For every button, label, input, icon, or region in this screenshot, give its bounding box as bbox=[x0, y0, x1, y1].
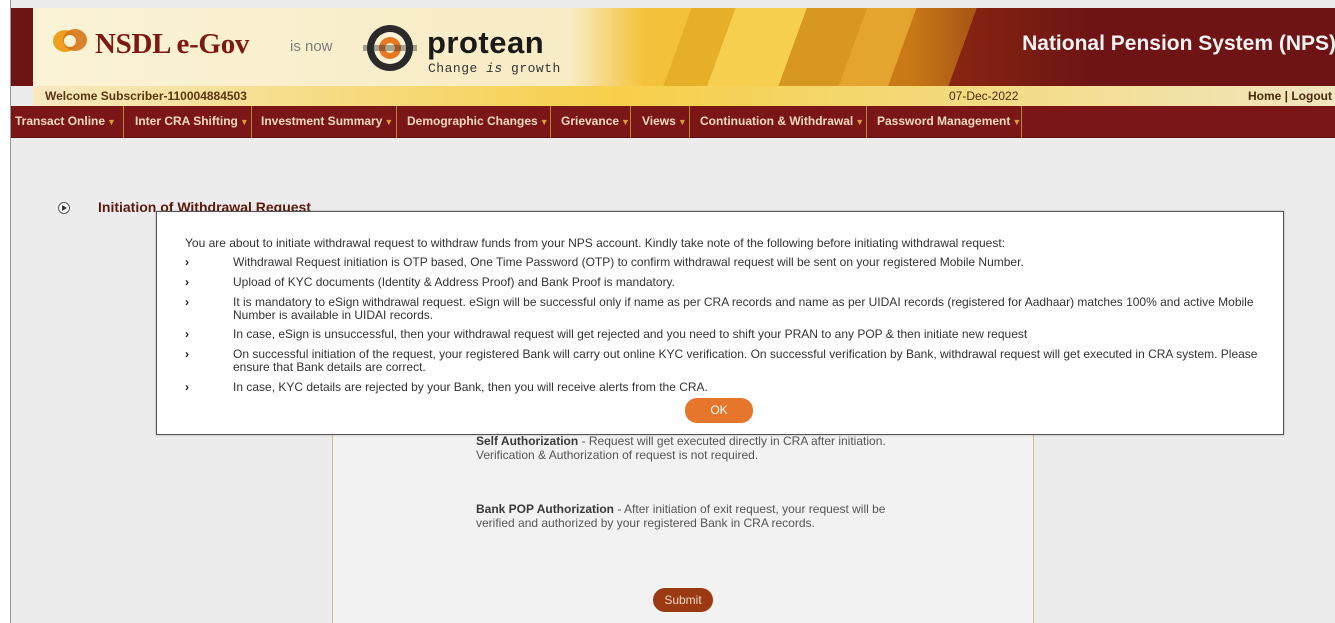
menu-views[interactable]: Views ▼ bbox=[631, 106, 690, 138]
caret-down-icon: ▼ bbox=[677, 117, 687, 127]
chevron-right-icon: › bbox=[185, 347, 189, 361]
chevron-right-icon: › bbox=[185, 295, 189, 309]
nsdl-brand-text: NSDL e-Gov bbox=[95, 28, 250, 60]
chevron-right-icon: › bbox=[185, 255, 189, 269]
tagline: Change is growth bbox=[428, 61, 561, 76]
withdrawal-notice-dialog: You are about to initiate withdrawal req… bbox=[156, 211, 1284, 435]
caret-down-icon: ▼ bbox=[855, 117, 865, 127]
caret-down-icon: ▼ bbox=[539, 117, 549, 127]
chevron-right-icon: › bbox=[185, 327, 189, 341]
protean-brand-text: protean bbox=[427, 25, 545, 60]
caret-down-icon: ▼ bbox=[239, 117, 249, 127]
is-now-text: is now bbox=[290, 38, 333, 55]
site-header: NSDL e-Gov is now protean Change is grow… bbox=[11, 8, 1335, 86]
welcome-bar: Welcome Subscriber-110004884503 07-Dec-2… bbox=[33, 86, 1335, 106]
main-menu: Transact Online ▼ Inter CRA Shifting ▼ Inv… bbox=[11, 106, 1335, 138]
self-authorization-option: Self Authorization - Request will get ex… bbox=[476, 434, 886, 462]
ok-button[interactable]: OK bbox=[685, 398, 753, 423]
menu-continuation-withdrawal[interactable]: Continuation & Withdrawal ▼ bbox=[690, 106, 867, 138]
menu-transact-online[interactable]: Transact Online ▼ bbox=[11, 106, 124, 138]
menu-inter-cra-shifting[interactable]: Inter CRA Shifting ▼ bbox=[124, 106, 252, 138]
nsdl-logo-icon bbox=[53, 29, 87, 52]
current-date: 07-Dec-2022 bbox=[949, 89, 1019, 103]
caret-down-icon: ▼ bbox=[107, 117, 116, 127]
chevron-right-icon: › bbox=[185, 275, 189, 289]
section-arrow-icon bbox=[58, 202, 70, 214]
system-title: National Pension System (NPS) bbox=[1022, 32, 1335, 55]
protean-logo-icon bbox=[363, 25, 417, 71]
menu-password-management[interactable]: Password Management ▼ bbox=[867, 106, 1022, 138]
chevron-right-icon: › bbox=[185, 380, 189, 394]
welcome-text: Welcome Subscriber-110004884503 bbox=[45, 89, 247, 103]
submit-button[interactable]: Submit bbox=[653, 588, 713, 612]
caret-down-icon: ▼ bbox=[621, 117, 630, 127]
menu-grievance[interactable]: Grievance ▼ bbox=[551, 106, 631, 138]
bank-pop-authorization-option: Bank POP Authorization - After initiatio… bbox=[476, 502, 886, 530]
app-frame: NSDL e-Gov is now protean Change is grow… bbox=[10, 0, 1335, 623]
menu-demographic-changes[interactable]: Demographic Changes ▼ bbox=[397, 106, 551, 138]
dialog-intro-text: You are about to initiate withdrawal req… bbox=[185, 236, 1006, 250]
caret-down-icon: ▼ bbox=[1012, 117, 1022, 127]
home-logout-links[interactable]: Home | Logout bbox=[1248, 89, 1332, 103]
menu-investment-summary[interactable]: Investment Summary ▼ bbox=[252, 106, 397, 138]
caret-down-icon: ▼ bbox=[384, 117, 394, 127]
